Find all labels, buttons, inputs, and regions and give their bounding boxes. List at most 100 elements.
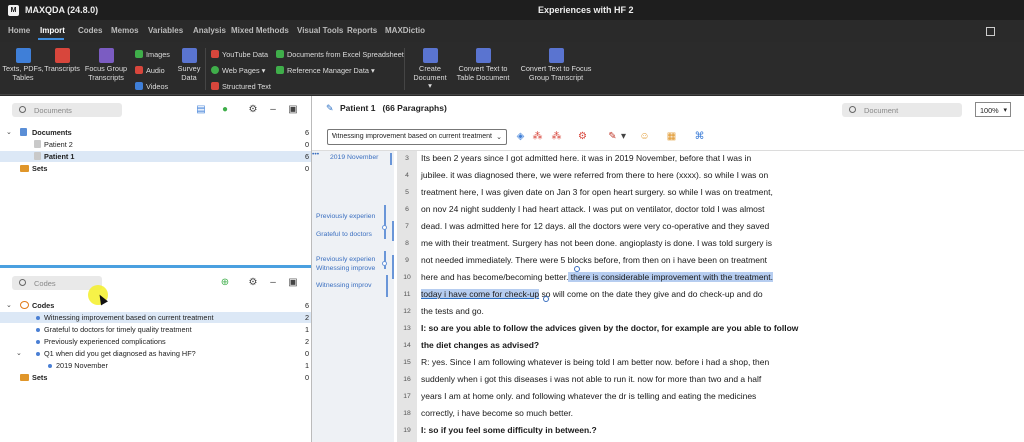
- import-images-button[interactable]: Images: [135, 50, 170, 59]
- tab-visual-tools[interactable]: Visual Tools: [297, 26, 343, 35]
- highlighter-icon[interactable]: ✎: [607, 131, 618, 142]
- paragraph-text[interactable]: correctly, i have become so much better.: [421, 408, 573, 418]
- paragraph-text[interactable]: I: so if you feel some difficulty in bet…: [421, 425, 597, 435]
- tab-reports[interactable]: Reports: [347, 26, 377, 35]
- coding-stripe[interactable]: [392, 221, 394, 241]
- import-youtube-button[interactable]: YouTube Data: [211, 50, 268, 59]
- paragraph-text[interactable]: treatment here, I was given date on Jan …: [421, 187, 773, 197]
- tab-analysis[interactable]: Analysis: [193, 26, 226, 35]
- coding-stripe[interactable]: [384, 205, 386, 239]
- tree-row-code[interactable]: ⌄ Q1 when did you get diagnosed as havin…: [0, 348, 311, 359]
- new-code-icon[interactable]: ⊕: [220, 278, 230, 288]
- highlighted-segment[interactable]: there is considerable improvement with t…: [568, 272, 774, 282]
- import-transcripts-button[interactable]: Transcripts: [44, 48, 80, 74]
- minimize-icon[interactable]: –: [268, 278, 278, 288]
- coding-stripe-label[interactable]: 2019 November: [330, 154, 378, 161]
- import-reference-manager-button[interactable]: Reference Manager Data ▾: [276, 66, 375, 75]
- codes-search-input[interactable]: Codes: [12, 276, 102, 290]
- create-document-button[interactable]: Create Document ▾: [412, 48, 448, 91]
- zoom-select[interactable]: 100% ▾: [975, 102, 1011, 117]
- tab-maxdictio[interactable]: MAXDictio: [385, 26, 425, 35]
- tab-mixed-methods[interactable]: Mixed Methods: [231, 26, 289, 35]
- import-survey-data-button[interactable]: Survey Data: [175, 48, 203, 82]
- memo-icon[interactable]: ▦: [666, 131, 677, 142]
- maximize-icon[interactable]: ▣: [288, 105, 298, 115]
- code-select-dropdown[interactable]: Witnessing improvement based on current …: [327, 129, 507, 145]
- paragraph-text[interactable]: years I am at home only. and following w…: [421, 391, 756, 401]
- paragraph-text[interactable]: R: yes. Since I am following whatever is…: [421, 357, 769, 367]
- paragraph-text[interactable]: not needed immediately. There were 5 blo…: [421, 255, 767, 265]
- transcript-icon: [54, 48, 70, 63]
- import-structured-text-button[interactable]: Structured Text: [211, 82, 271, 91]
- in-vivo-icon[interactable]: ⁂: [532, 131, 543, 142]
- gear-icon[interactable]: ⚙: [248, 105, 258, 115]
- paragraph-text[interactable]: here and has become/becoming better. the…: [421, 272, 774, 282]
- import-excel-documents-button[interactable]: Documents from Excel Spreadsheet: [276, 50, 404, 59]
- import-audio-button[interactable]: Audio: [135, 66, 165, 75]
- paragraph-text[interactable]: on nov 24 night suddenly I had heart att…: [421, 204, 765, 214]
- tree-row-patient-1[interactable]: Patient 1 6: [0, 151, 311, 162]
- import-texts-button[interactable]: Texts, PDFs, Tables: [2, 48, 44, 82]
- coding-stripe-label[interactable]: Previously experien: [316, 256, 375, 263]
- stripe-handle[interactable]: [382, 261, 387, 266]
- stripe-handle[interactable]: [382, 225, 387, 230]
- coding-stripe[interactable]: [384, 251, 386, 269]
- code-with-selected-icon[interactable]: ◈: [515, 131, 526, 142]
- tab-home[interactable]: Home: [8, 26, 30, 35]
- paragraph-text[interactable]: the tests and go.: [421, 306, 484, 316]
- tree-row-code[interactable]: Grateful to doctors for timely quality t…: [0, 324, 311, 335]
- emoji-icon[interactable]: ☺: [639, 131, 650, 142]
- minimize-icon[interactable]: –: [268, 105, 278, 115]
- tree-row-code[interactable]: Witnessing improvement based on current …: [0, 312, 311, 323]
- edit-icon[interactable]: ✎: [326, 104, 335, 113]
- coding-stripe-label[interactable]: Grateful to doctors: [316, 231, 372, 238]
- tree-row-code-sets[interactable]: Sets 0: [0, 372, 311, 383]
- layout-icon[interactable]: [986, 27, 995, 36]
- documents-search-input[interactable]: Documents: [12, 103, 122, 117]
- convert-to-table-button[interactable]: Convert Text to Table Document: [452, 48, 514, 82]
- add-icon[interactable]: ●: [220, 105, 230, 115]
- paragraph-text[interactable]: jubilee. it was diagnosed there, we were…: [421, 170, 768, 180]
- tab-codes[interactable]: Codes: [78, 26, 102, 35]
- import-videos-button[interactable]: Videos: [135, 82, 168, 91]
- paragraph-text[interactable]: suddenly when i got this diseases i was …: [421, 374, 761, 384]
- coding-stripe[interactable]: [386, 275, 388, 297]
- paragraph-text[interactable]: the diet changes as advised?: [421, 340, 539, 350]
- document-search-input[interactable]: Document: [842, 103, 962, 117]
- maximize-icon[interactable]: ▣: [288, 278, 298, 288]
- paragraph-text[interactable]: I: so are you able to follow the advices…: [421, 323, 798, 333]
- tree-row-document-sets[interactable]: Sets 0: [0, 163, 311, 174]
- gear-icon[interactable]: ⚙: [248, 278, 258, 288]
- tab-memos[interactable]: Memos: [111, 26, 139, 35]
- chevron-down-icon[interactable]: ▾: [618, 131, 629, 142]
- emoticode-icon[interactable]: ⚙: [577, 131, 588, 142]
- tab-import[interactable]: Import: [40, 26, 65, 35]
- highlighted-segment[interactable]: today i have come for check-up: [421, 289, 540, 299]
- import-focus-group-button[interactable]: Focus Group Transcripts: [82, 48, 130, 82]
- tree-row-patient-2[interactable]: Patient 2 0: [0, 139, 311, 150]
- import-web-pages-button[interactable]: Web Pages ▾: [211, 66, 265, 75]
- tree-row-code[interactable]: 2019 November 1: [0, 360, 311, 371]
- paragraph-text[interactable]: dead. I was admitted here for 12 days. a…: [421, 221, 769, 231]
- link-icon[interactable]: ⌘: [694, 131, 705, 142]
- tree-row-code[interactable]: Previously experienced complications 2: [0, 336, 311, 347]
- selection-handle[interactable]: [574, 266, 580, 272]
- new-document-icon[interactable]: ▤: [196, 105, 206, 115]
- paragraph-text[interactable]: Its been 2 years since I got admitted he…: [421, 153, 751, 163]
- selection-handle[interactable]: [543, 296, 549, 302]
- tree-row-documents[interactable]: ⌄ Documents 6: [0, 127, 311, 138]
- paragraph-text[interactable]: today i have come for check-up so will c…: [421, 289, 763, 299]
- code-highlight-icon[interactable]: ⁂: [551, 131, 562, 142]
- search-placeholder: Documents: [34, 106, 72, 115]
- panel-splitter[interactable]: [0, 265, 311, 268]
- tree-row-codes[interactable]: ⌄ Codes 6: [0, 300, 311, 311]
- convert-to-focus-group-button[interactable]: Convert Text to Focus Group Transcript: [518, 48, 594, 82]
- coding-stripe-label[interactable]: Witnessing improv: [316, 282, 372, 289]
- coding-stripe-label[interactable]: Previously experien: [316, 213, 375, 220]
- paragraph-text[interactable]: me with their treatment. Surgery has not…: [421, 238, 772, 248]
- coding-stripe-label[interactable]: Witnessing improve: [316, 265, 375, 272]
- button-label: Web Pages: [222, 66, 260, 75]
- coding-stripe[interactable]: [392, 255, 394, 279]
- coding-stripe[interactable]: [390, 153, 392, 165]
- tab-variables[interactable]: Variables: [148, 26, 183, 35]
